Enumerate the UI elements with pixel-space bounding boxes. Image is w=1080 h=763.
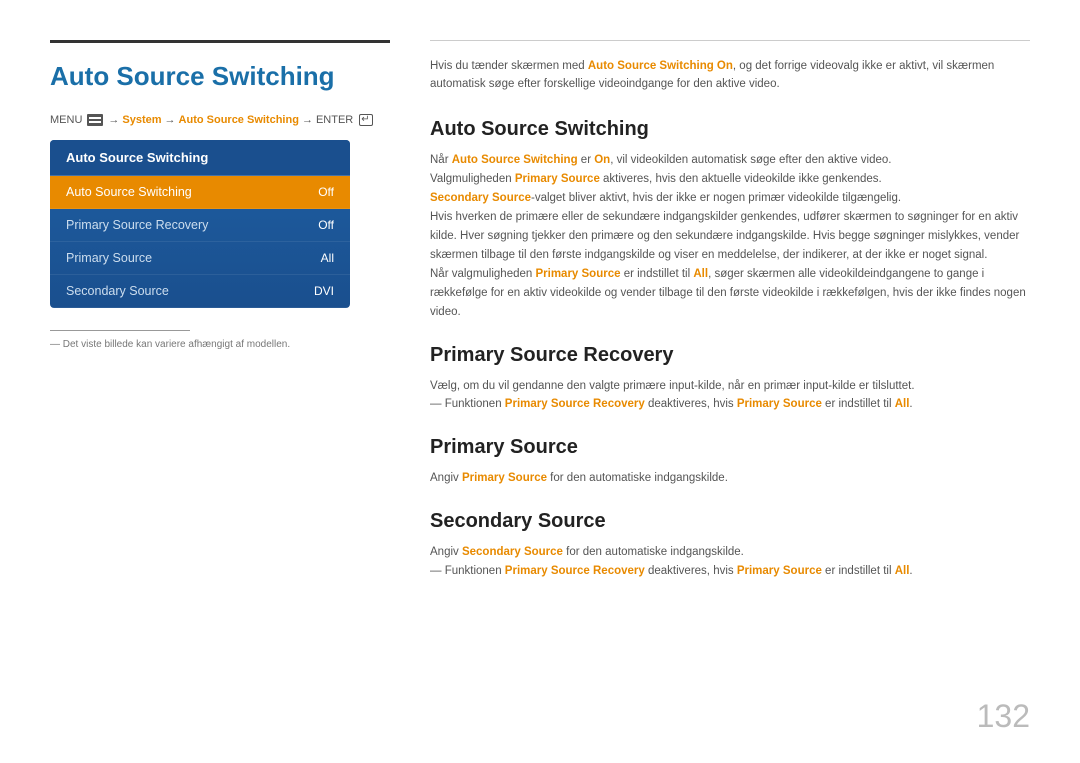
highlight-5: Primary Source [535,268,620,280]
highlight-1: Auto Source Switching [452,154,578,166]
highlight-3: Primary Source [515,173,600,185]
auto-source-link: Auto Source Switching [179,114,299,126]
right-top-divider [430,40,1030,41]
page-number: 132 [977,698,1030,735]
highlight-8: Primary Source [737,398,822,410]
menu-item-auto-source[interactable]: Auto Source Switching Off [50,176,350,209]
section-body-auto-source: Når Auto Source Switching er On, vil vid… [430,151,1030,322]
highlight-10: Primary Source [462,472,547,484]
top-divider [50,40,390,43]
page-container: Auto Source Switching MENU → System → Au… [0,0,1080,763]
left-column: Auto Source Switching MENU → System → Au… [50,40,390,733]
section-body-primary-recovery: Vælg, om du vil gendanne den valgte prim… [430,377,1030,415]
enter-icon [359,114,373,126]
menu-path: MENU → System → Auto Source Switching → … [50,114,390,126]
highlight-11: Secondary Source [462,546,563,558]
arrow3: → [302,114,313,126]
menu-item-value-0: Off [318,185,334,199]
section-title-secondary-source: Secondary Source [430,510,1030,533]
menu-box: Auto Source Switching Auto Source Switch… [50,140,350,308]
arrow1: → [108,114,119,126]
right-column: Hvis du tænder skærmen med Auto Source S… [430,40,1030,733]
highlight-6: All [693,268,708,280]
enter-label: ENTER [316,114,353,126]
menu-item-value-2: All [321,251,334,265]
system-link: System [122,114,161,126]
menu-item-label-0: Auto Source Switching [66,185,192,199]
highlight-9: All [895,398,910,410]
highlight-4: Secondary Source [430,192,531,204]
highlight-14: All [895,565,910,577]
menu-box-header: Auto Source Switching [50,140,350,176]
menu-item-label-1: Primary Source Recovery [66,218,208,232]
menu-item-value-3: DVI [314,284,334,298]
section-body-primary-source: Angiv Primary Source for den automatiske… [430,469,1030,488]
section-title-primary-recovery: Primary Source Recovery [430,344,1030,367]
menu-icon [87,114,103,126]
section-title-primary-source: Primary Source [430,436,1030,459]
menu-item-primary-recovery[interactable]: Primary Source Recovery Off [50,209,350,242]
menu-item-value-1: Off [318,218,334,232]
menu-item-secondary-source[interactable]: Secondary Source DVI [50,275,350,308]
page-title: Auto Source Switching [50,61,390,92]
highlight-7: Primary Source Recovery [505,398,645,410]
section-title-auto-source: Auto Source Switching [430,118,1030,141]
intro-text: Hvis du tænder skærmen med Auto Source S… [430,57,1030,94]
arrow2: → [165,114,176,126]
highlight-12: Primary Source Recovery [505,565,645,577]
section-body-secondary-source: Angiv Secondary Source for den automatis… [430,543,1030,581]
intro-bold-1: Auto Source Switching On [588,60,733,72]
menu-item-primary-source[interactable]: Primary Source All [50,242,350,275]
footnote-divider [50,330,190,331]
menu-item-label-3: Secondary Source [66,284,169,298]
footnote: ― Det viste billede kan variere afhængig… [50,339,390,350]
menu-label: MENU [50,114,82,126]
highlight-13: Primary Source [737,565,822,577]
menu-item-label-2: Primary Source [66,251,152,265]
highlight-2: On [594,154,610,166]
